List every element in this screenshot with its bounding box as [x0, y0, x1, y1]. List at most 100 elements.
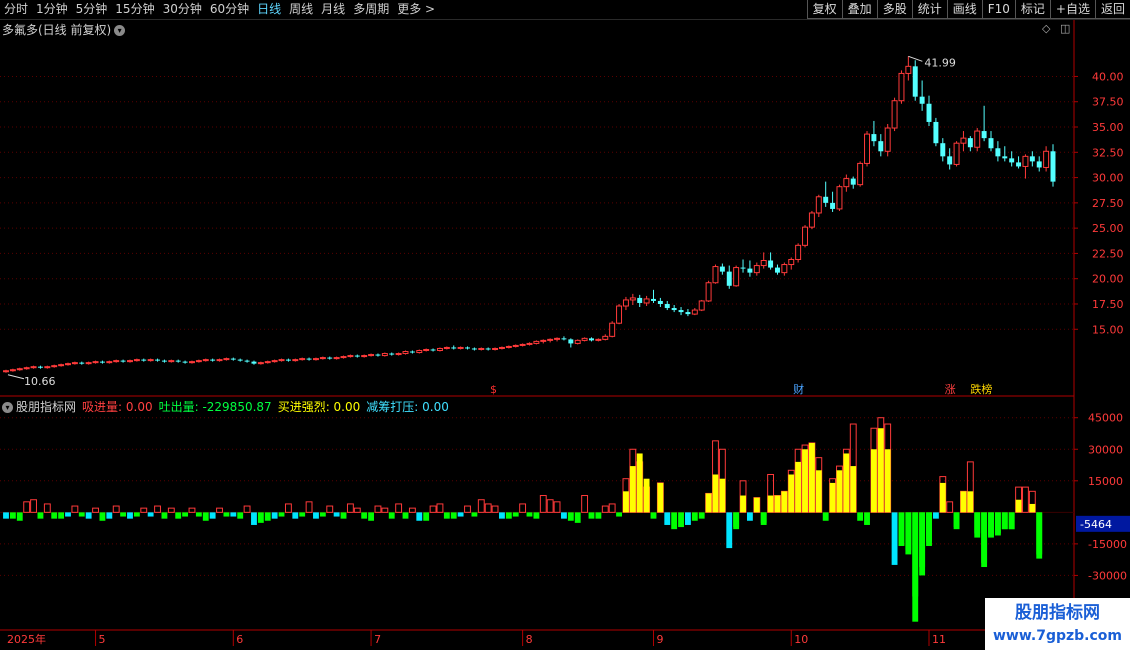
candle-body	[540, 339, 547, 342]
bar-strong-buy	[781, 491, 788, 513]
candle-body	[141, 359, 147, 361]
candle-body	[622, 299, 629, 307]
event-marker-0: $	[490, 383, 497, 396]
bar-small	[726, 512, 733, 549]
bar-small	[147, 512, 154, 517]
candle-body	[747, 268, 753, 273]
window-toggle-icon[interactable]: ◫	[1060, 22, 1070, 35]
candle-body	[533, 340, 540, 344]
candle-body	[92, 361, 99, 364]
diamond-icon[interactable]: ◇	[1042, 22, 1050, 35]
candle-body	[685, 312, 691, 315]
bar-absorb	[71, 505, 79, 513]
candle-body	[947, 156, 953, 165]
candle-body	[933, 121, 939, 144]
bar-absorb	[140, 507, 148, 513]
watermark-logo: 股朋指标网 www.7gpzb.com	[985, 598, 1130, 650]
candle-body	[574, 339, 581, 344]
candle-body	[589, 338, 594, 341]
bar-small	[671, 512, 678, 530]
bar-absorb	[284, 503, 292, 513]
candle-body	[478, 347, 485, 350]
indicator-value-0: 吸进量: 0.00	[82, 400, 153, 414]
bar-small	[37, 512, 44, 519]
bar-strong-buy	[870, 449, 877, 513]
bar-absorb	[553, 501, 561, 513]
bar-absorb	[112, 505, 120, 513]
bar-small	[340, 512, 347, 519]
candle-body	[671, 308, 677, 311]
y-tick-label: 25.00	[1092, 222, 1124, 235]
candle-body	[223, 358, 230, 361]
candle-body	[85, 362, 92, 365]
bar-small	[857, 512, 864, 521]
candle-body	[306, 358, 312, 360]
chevron-down-icon[interactable]: ▾	[114, 25, 126, 36]
candle-body	[16, 368, 23, 371]
candle-body	[216, 359, 223, 362]
candle-body	[1002, 156, 1008, 159]
bar-strong-buy	[967, 491, 974, 513]
candle-body	[781, 264, 788, 274]
candle-body	[884, 127, 891, 152]
bar-small	[499, 512, 505, 519]
bar-small	[99, 512, 106, 521]
bar-strong-buy	[1029, 503, 1036, 513]
x-axis-label-1: 5	[99, 633, 106, 646]
candle-body	[602, 335, 609, 340]
chevron-down-icon[interactable]: ▾	[2, 402, 13, 413]
bar-small	[299, 512, 306, 517]
candle-body	[251, 361, 257, 364]
x-axis-label-5: 9	[656, 633, 663, 646]
candle-body	[1036, 161, 1042, 168]
watermark-name: 股朋指标网	[1015, 603, 1100, 623]
bar-absorb	[581, 495, 589, 513]
indicator-value-3: 减筹打压: 0.00	[366, 400, 449, 414]
bar-small	[127, 512, 133, 519]
bar-small	[567, 512, 574, 521]
bar-absorb	[491, 505, 499, 513]
bar-small	[402, 512, 409, 519]
bar-small	[533, 512, 540, 519]
candles	[3, 56, 1056, 373]
stock-chart[interactable]: 40.00 37.50 35.00 32.50 30.00 27.50 25.00 22.50…	[0, 0, 1130, 650]
bar-absorb	[381, 507, 389, 513]
bar-small	[616, 512, 622, 517]
bar-absorb	[216, 507, 223, 513]
candle-body	[175, 360, 181, 362]
candle-body	[71, 362, 78, 365]
bar-small	[78, 512, 85, 517]
event-marker-1: 财	[793, 382, 804, 396]
bar-small	[313, 512, 319, 519]
bar-small	[664, 512, 671, 525]
bar-small	[450, 512, 457, 519]
x-axis-label-7: 11	[932, 633, 946, 646]
candle-body	[37, 366, 43, 368]
candle-body	[905, 65, 912, 74]
bar-absorb	[305, 501, 313, 513]
bar-release	[905, 512, 912, 551]
candle-body	[664, 303, 670, 309]
bar-small	[361, 512, 368, 519]
candle-body	[726, 271, 732, 286]
candle-body	[285, 359, 291, 361]
candle-body	[808, 212, 815, 228]
bar-small	[526, 512, 533, 517]
bar-release	[994, 512, 1001, 534]
candle-body	[864, 133, 870, 164]
candle-body	[561, 338, 567, 340]
candle-body	[712, 266, 719, 284]
bar-strong-buy	[712, 474, 719, 513]
candle-body	[698, 300, 705, 311]
candle-body	[753, 265, 760, 274]
candle-body	[44, 366, 51, 369]
bar-small	[65, 512, 71, 517]
bar-small	[691, 512, 698, 521]
candle-body	[168, 360, 175, 363]
bar-small	[574, 512, 581, 523]
bar-strong-buy	[636, 453, 643, 513]
candle-body	[347, 355, 354, 358]
ind-tick-label: 30000	[1088, 443, 1123, 456]
candle-body	[974, 130, 981, 148]
candle-body	[278, 359, 285, 362]
